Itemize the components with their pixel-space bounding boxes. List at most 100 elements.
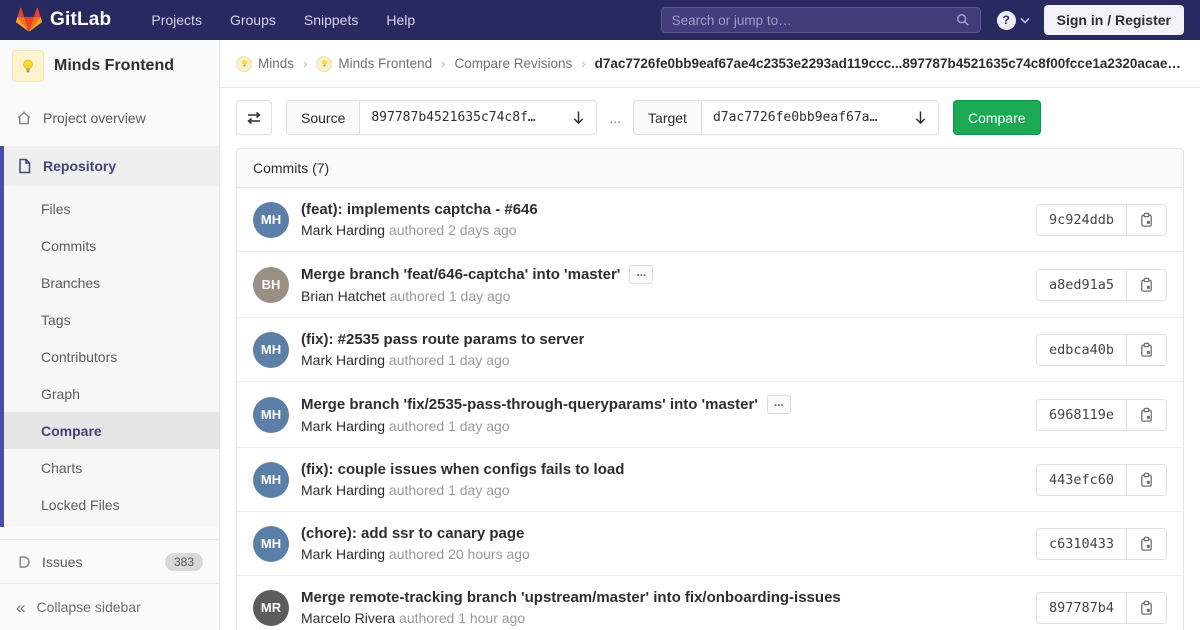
commit-meta: Mark Harding authored 1 day ago [301,482,1020,498]
commit-row: MR Merge remote-tracking branch 'upstrea… [237,576,1183,630]
commit-title-link[interactable]: (fix): couple issues when configs fails … [301,461,624,478]
commit-author-link[interactable]: Mark Harding [301,482,385,498]
author-avatar[interactable]: BH [253,267,289,303]
main-content: Minds › [220,40,1200,630]
commits-panel-header: Commits (7) [237,149,1183,188]
author-avatar[interactable]: MR [253,590,289,626]
breadcrumb-label: Minds Frontend [338,56,432,71]
gitlab-logo-text: GitLab [50,9,111,31]
copy-sha-button[interactable] [1127,593,1166,623]
commit-title-link[interactable]: Merge remote-tracking branch 'upstream/m… [301,589,841,606]
commit-author-link[interactable]: Marcelo Rivera [301,610,395,626]
source-label: Source [286,100,359,135]
sidebar-subitem-label: Tags [41,312,71,328]
expand-commit-description-button[interactable]: ... [629,265,653,284]
target-ref-dropdown[interactable]: d7ac7726fe0bb9eaf67a… [701,100,939,135]
question-mark-icon: ? [997,11,1016,30]
copy-sha-button[interactable] [1127,335,1166,365]
gitlab-app: GitLab Projects Groups Snippets Help ? [0,0,1200,630]
author-avatar[interactable]: MH [253,202,289,238]
commit-authored-time: authored 20 hours ago [389,546,530,562]
author-avatar[interactable]: MH [253,526,289,562]
nav-link[interactable]: Snippets [290,0,372,40]
commit-author-link[interactable]: Mark Harding [301,546,385,562]
sidebar-item-project-overview[interactable]: Project overview [0,98,219,138]
commit-sha-group: 897787b4 [1036,592,1167,624]
copy-sha-button[interactable] [1127,529,1166,559]
commit-text: Merge remote-tracking branch 'upstream/m… [301,589,1036,626]
sidebar-item-repository[interactable]: Repository [4,146,219,186]
commit-authored-time: authored 2 days ago [389,222,517,238]
sidebar-subitem[interactable]: Contributors [4,338,219,375]
copy-sha-button[interactable] [1127,270,1166,300]
sidebar-subitem-label: Commits [41,238,96,254]
commit-text: (fix): couple issues when configs fails … [301,461,1036,498]
commit-meta: Mark Harding authored 2 days ago [301,222,1020,238]
arrow-down-icon [572,110,585,125]
nav-link[interactable]: Help [372,0,429,40]
search-input[interactable] [672,13,956,28]
clipboard-icon [1139,472,1154,488]
breadcrumb-link[interactable]: Compare Revisions [455,56,573,71]
sidebar-subitem[interactable]: Files [4,190,219,227]
commit-text: Merge branch 'feat/646-captcha' into 'ma… [301,265,1036,304]
commit-sha: 897787b4 [1037,593,1127,623]
commit-row: MH (fix): couple issues when configs fai… [237,448,1183,512]
commit-sha-group: 9c924ddb [1036,204,1167,236]
nav-link[interactable]: Groups [216,0,290,40]
author-avatar[interactable]: MH [253,462,289,498]
expand-commit-description-button[interactable]: ... [767,395,791,414]
commit-author-link[interactable]: Mark Harding [301,352,385,368]
copy-sha-button[interactable] [1127,205,1166,235]
commit-row: MH (fix): #2535 pass route params to ser… [237,318,1183,382]
swap-arrows-icon [246,110,262,126]
commit-title-link[interactable]: Merge branch 'feat/646-captcha' into 'ma… [301,266,620,283]
author-avatar[interactable]: MH [253,397,289,433]
author-avatar[interactable]: MH [253,332,289,368]
nav-link[interactable]: Projects [137,0,216,40]
sidebar-project-link[interactable]: Minds Frontend [0,40,219,92]
help-menu[interactable]: ? [997,11,1030,30]
gitlab-logo[interactable]: GitLab [16,7,111,33]
sidebar-subitem[interactable]: Tags [4,301,219,338]
sidebar-item-issues[interactable]: Issues 383 [0,539,219,583]
sidebar-section-repository: Repository Files Commits Branches [0,146,219,527]
commit-author-link[interactable]: Brian Hatchet [301,288,386,304]
commits-list: MH (feat): implements captcha - #646 ...… [237,188,1183,630]
commit-author-link[interactable]: Mark Harding [301,222,385,238]
sidebar-subitem[interactable]: Graph [4,375,219,412]
commit-title-link[interactable]: (chore): add ssr to canary page [301,525,524,542]
commit-sha: c6310433 [1037,529,1127,559]
collapse-sidebar-button[interactable]: « Collapse sidebar [0,583,219,630]
commit-row: MH (feat): implements captcha - #646 ...… [237,188,1183,252]
source-ref-dropdown[interactable]: 897787b4521635c74c8f… [359,100,597,135]
commit-title-link[interactable]: (fix): #2535 pass route params to server [301,331,584,348]
collapse-sidebar-label: Collapse sidebar [36,599,140,615]
issues-count-badge: 383 [165,553,203,571]
group-avatar [316,56,332,72]
group-avatar [236,56,252,72]
clipboard-icon [1139,600,1154,616]
clipboard-icon [1139,407,1154,423]
sidebar-subitem[interactable]: Commits [4,227,219,264]
sidebar-subitem[interactable]: Locked Files [4,486,219,523]
project-avatar [12,50,44,82]
breadcrumb-link[interactable]: Minds [236,56,294,72]
swap-revisions-button[interactable] [236,100,272,135]
commit-meta: Mark Harding authored 1 day ago [301,352,1020,368]
copy-sha-button[interactable] [1127,400,1166,430]
compare-button[interactable]: Compare [953,100,1041,135]
clipboard-icon [1139,536,1154,552]
sidebar-subitem[interactable]: Branches [4,264,219,301]
sign-in-button[interactable]: Sign in / Register [1044,5,1184,35]
commit-author-link[interactable]: Mark Harding [301,418,385,434]
commit-title-link[interactable]: Merge branch 'fix/2535-pass-through-quer… [301,396,758,413]
breadcrumb-link[interactable]: Minds Frontend [316,56,432,72]
sidebar-section-label: Repository [43,158,116,174]
sidebar-subitem[interactable]: Compare [4,412,219,449]
commit-title-link[interactable]: (feat): implements captcha - #646 [301,201,538,218]
sidebar-subitem[interactable]: Charts [4,449,219,486]
commit-text: (feat): implements captcha - #646 ... Ma… [301,201,1036,238]
global-search-box[interactable] [661,7,981,33]
copy-sha-button[interactable] [1127,465,1166,495]
